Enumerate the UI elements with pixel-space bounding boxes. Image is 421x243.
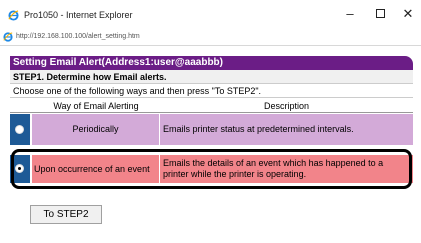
- column-header-description: Description: [263, 101, 310, 111]
- table-header: Way of Email Alerting Description: [10, 99, 413, 113]
- minimize-icon: –: [346, 6, 354, 21]
- option-description: Emails printer status at predetermined i…: [160, 114, 413, 145]
- option-method: Periodically: [32, 114, 159, 145]
- step-heading: STEP1. Determine how Email alerts.: [10, 70, 413, 84]
- maximize-button[interactable]: [370, 4, 390, 24]
- close-button[interactable]: ✕: [398, 4, 418, 24]
- page-content: Setting Email Alert(Address1:user@aaabbb…: [0, 48, 421, 243]
- internet-explorer-icon: [3, 32, 13, 42]
- instruction-text: Choose one of the following ways and the…: [10, 84, 413, 98]
- internet-explorer-icon: [8, 10, 19, 21]
- option-row-periodically[interactable]: Periodically Emails printer status at pr…: [10, 114, 413, 145]
- browser-window: Pro1050 - Internet Explorer – ✕ http://1…: [0, 0, 421, 243]
- title-bar[interactable]: Pro1050 - Internet Explorer – ✕: [0, 0, 421, 30]
- to-step2-button[interactable]: To STEP2: [30, 205, 102, 224]
- radio-cell[interactable]: [10, 114, 30, 145]
- radio-periodically[interactable]: [15, 125, 24, 134]
- selection-highlight-outline: [11, 149, 412, 189]
- window-title: Pro1050 - Internet Explorer: [24, 10, 133, 20]
- close-icon: ✕: [402, 6, 414, 21]
- minimize-button[interactable]: –: [340, 4, 360, 24]
- address-bar[interactable]: http://192.168.100.100/alert_setting.htm: [0, 30, 421, 46]
- panel-title: Setting Email Alert(Address1:user@aaabbb…: [10, 56, 413, 70]
- column-header-method: Way of Email Alerting: [53, 101, 139, 111]
- url-text[interactable]: http://192.168.100.100/alert_setting.htm: [16, 33, 140, 40]
- maximize-icon: [375, 9, 385, 18]
